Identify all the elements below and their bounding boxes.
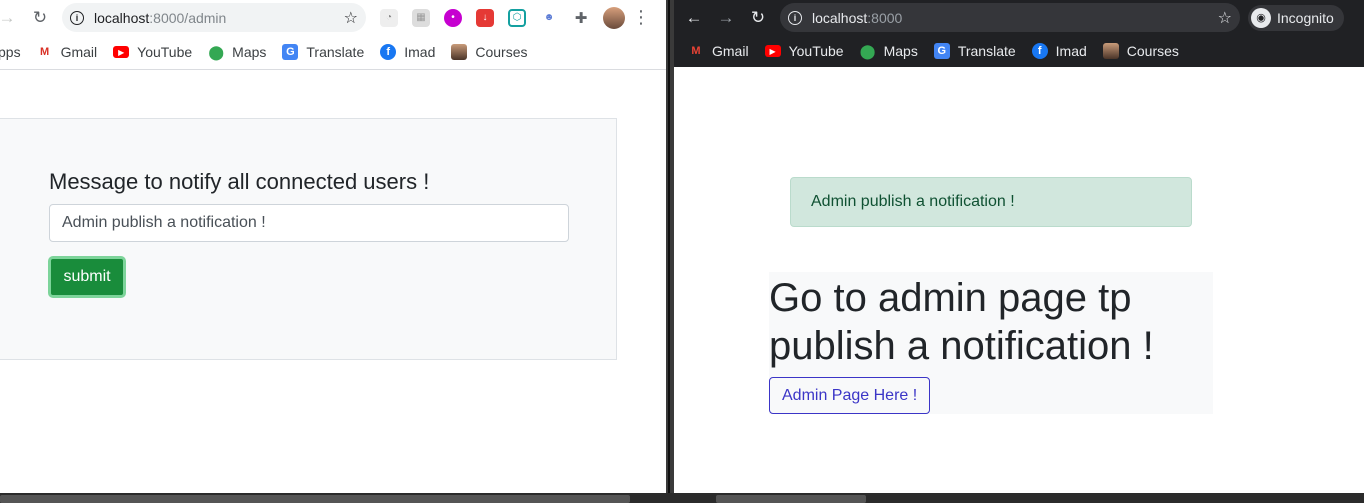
bookmark-label: YouTube bbox=[137, 44, 193, 60]
bookmark-label: Maps bbox=[883, 43, 918, 59]
extension-hex-icon[interactable]: ⬡ bbox=[508, 8, 526, 27]
address-bar[interactable]: i localhost:8000/admin ☆ bbox=[62, 3, 366, 32]
address-bar[interactable]: i localhost:8000 ☆ bbox=[780, 3, 1240, 32]
form-title: Message to notify all connected users ! bbox=[49, 169, 430, 194]
bookmark-translate[interactable]: G Translate bbox=[933, 43, 1016, 59]
url-path: :8000/admin bbox=[149, 9, 227, 26]
url-host: localhost bbox=[94, 9, 150, 26]
courses-icon bbox=[451, 44, 468, 60]
incognito-indicator[interactable]: ◉ Incognito bbox=[1248, 4, 1344, 31]
facebook-icon: f bbox=[380, 44, 397, 60]
site-info-icon[interactable]: i bbox=[788, 10, 802, 25]
extension-download-icon[interactable]: ↓ bbox=[476, 8, 494, 27]
bookmark-label: Gmail bbox=[712, 43, 749, 59]
bookmark-imad[interactable]: f Imad bbox=[1031, 43, 1087, 59]
scrollbar-thumb-right[interactable] bbox=[716, 495, 866, 503]
site-info-icon[interactable]: i bbox=[70, 10, 84, 25]
forward-icon[interactable]: → bbox=[714, 6, 738, 30]
incognito-icon: ◉ bbox=[1251, 7, 1271, 28]
extensions-puzzle-icon[interactable]: ✚ bbox=[572, 8, 590, 27]
browser-toolbar: ← → ↻ i localhost:8000 ☆ ◉ Incognito bbox=[674, 0, 1364, 35]
gmail-icon: M bbox=[39, 46, 50, 58]
translate-icon: G bbox=[933, 43, 950, 59]
youtube-icon: ▶ bbox=[113, 46, 130, 58]
url-host: localhost bbox=[812, 9, 868, 26]
bookmark-courses[interactable]: Courses bbox=[451, 44, 528, 60]
extension-timer-icon[interactable]: ◔ bbox=[380, 8, 398, 27]
incognito-label: Incognito bbox=[1277, 9, 1334, 26]
bookmark-courses[interactable]: Courses bbox=[1102, 43, 1179, 59]
youtube-icon: ▶ bbox=[764, 45, 781, 57]
bookmarks-bar: M Gmail ▶ YouTube ⬤ Maps G Translate f I… bbox=[674, 35, 1364, 67]
notify-form-panel: Message to notify all connected users ! … bbox=[0, 118, 617, 360]
bookmark-imad[interactable]: f Imad bbox=[380, 44, 435, 60]
back-icon[interactable]: ← bbox=[682, 6, 706, 30]
bookmark-youtube[interactable]: ▶ YouTube bbox=[764, 43, 844, 59]
bookmark-maps[interactable]: ⬤ Maps bbox=[208, 43, 267, 61]
hero-heading: Go to admin page tp publish a notificati… bbox=[769, 276, 1154, 368]
submit-button[interactable]: submit bbox=[48, 256, 126, 298]
bookmark-label: Imad bbox=[1055, 43, 1087, 59]
message-input[interactable] bbox=[49, 204, 569, 242]
bookmark-apps[interactable]: pps bbox=[0, 44, 21, 60]
bookmark-label: Translate bbox=[957, 43, 1016, 59]
bookmark-label: Imad bbox=[404, 44, 436, 60]
notification-alert: Admin publish a notification ! bbox=[790, 177, 1192, 227]
reload-icon[interactable]: ↻ bbox=[746, 6, 770, 30]
admin-page-link[interactable]: Admin Page Here ! bbox=[769, 377, 931, 414]
gmail-icon: M bbox=[691, 45, 701, 57]
client-browser-window: ← → ↻ i localhost:8000 ☆ ◉ Incognito M G… bbox=[674, 0, 1364, 493]
url-path: :8000 bbox=[867, 9, 903, 26]
maps-icon: ⬤ bbox=[859, 42, 876, 59]
bookmark-label: Courses bbox=[475, 44, 528, 60]
bookmark-label: pps bbox=[0, 44, 21, 60]
scrollbar-thumb-left[interactable] bbox=[0, 495, 630, 503]
bookmark-translate[interactable]: G Translate bbox=[282, 44, 364, 60]
menu-kebab-icon[interactable]: ⋮ bbox=[631, 7, 651, 28]
bookmark-label: YouTube bbox=[788, 43, 844, 59]
bookmark-label: Gmail bbox=[60, 44, 98, 60]
browser-toolbar: → ↻ i localhost:8000/admin ☆ ◔ ▦ • ↓ ⬡ ☻… bbox=[0, 0, 666, 35]
bookmark-maps[interactable]: ⬤ Maps bbox=[859, 42, 918, 60]
facebook-icon: f bbox=[1031, 43, 1048, 59]
extension-robot-icon[interactable]: ☻ bbox=[540, 8, 558, 27]
bookmark-label: Maps bbox=[232, 44, 267, 60]
bookmark-youtube[interactable]: ▶ YouTube bbox=[113, 44, 192, 60]
hero-section: Go to admin page tp publish a notificati… bbox=[769, 272, 1213, 414]
admin-browser-window: → ↻ i localhost:8000/admin ☆ ◔ ▦ • ↓ ⬡ ☻… bbox=[0, 0, 666, 493]
translate-icon: G bbox=[282, 44, 299, 60]
extension-grid-icon[interactable]: ▦ bbox=[412, 8, 430, 27]
profile-avatar[interactable] bbox=[603, 6, 625, 29]
reload-icon[interactable]: ↻ bbox=[28, 6, 52, 30]
extension-purple-icon[interactable]: • bbox=[444, 8, 462, 27]
maps-icon: ⬤ bbox=[208, 43, 224, 60]
window-divider bbox=[668, 0, 670, 493]
bookmark-star-icon[interactable]: ☆ bbox=[344, 8, 358, 28]
bookmark-label: Courses bbox=[1126, 43, 1179, 59]
forward-icon[interactable]: → bbox=[0, 6, 16, 30]
bookmark-gmail[interactable]: M Gmail bbox=[688, 43, 749, 59]
courses-icon bbox=[1102, 43, 1119, 59]
bookmark-label: Translate bbox=[306, 44, 365, 60]
bookmark-star-icon[interactable]: ☆ bbox=[1218, 8, 1232, 28]
bookmark-gmail[interactable]: M Gmail bbox=[37, 44, 98, 60]
bookmarks-bar: pps M Gmail ▶ YouTube ⬤ Maps G Translate… bbox=[0, 35, 666, 70]
